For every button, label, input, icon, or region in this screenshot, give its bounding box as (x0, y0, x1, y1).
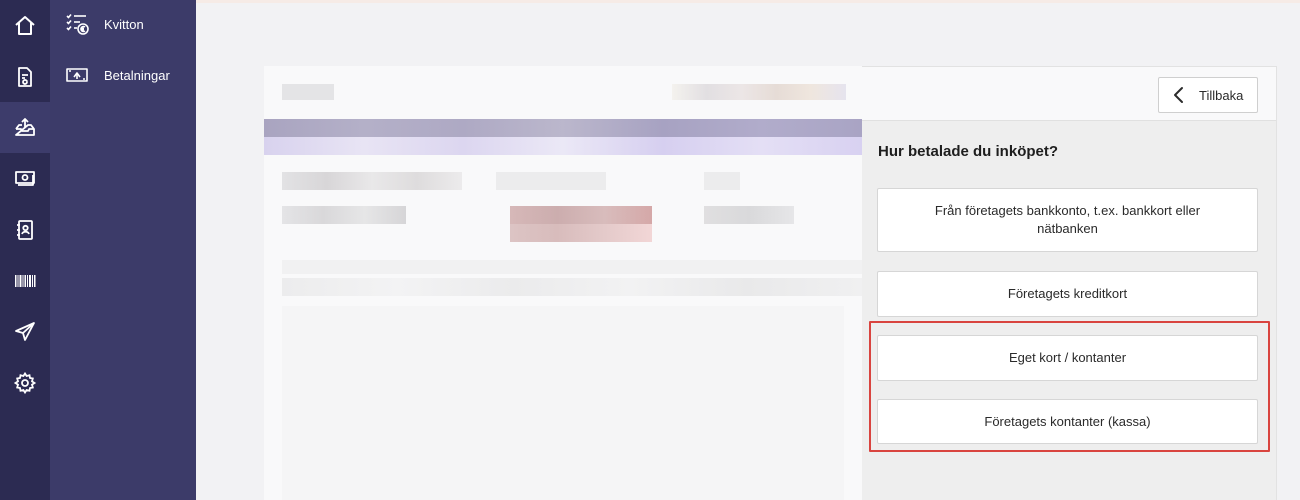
invoice-icon (18, 66, 32, 87)
home-icon (15, 15, 35, 35)
preview-blur (496, 172, 606, 190)
subnav-label-kvitton: Kvitton (104, 16, 144, 32)
preview-blur (282, 206, 406, 224)
rail-item-send[interactable] (0, 306, 50, 357)
preview-blur (510, 206, 652, 224)
chevron-left-icon (1171, 86, 1187, 104)
payments-icon (64, 62, 90, 88)
question-heading: Hur betalade du inköpet? (878, 143, 1059, 160)
preview-blur (282, 306, 844, 500)
preview-blur (704, 206, 794, 224)
option-label: Eget kort / kontanter (1008, 350, 1127, 365)
receipt-preview (264, 66, 862, 500)
preview-blur (510, 224, 652, 242)
back-button[interactable]: Tillbaka (1158, 77, 1258, 113)
subnav-label-betalningar: Betalningar (104, 67, 170, 83)
subnav-item-kvitton[interactable]: Kvitton (50, 9, 196, 39)
money-icon (15, 170, 35, 186)
option-company-cash-register[interactable]: Företagets kontanter (kassa) (877, 399, 1258, 444)
rail-item-contacts[interactable] (0, 204, 50, 255)
option-own-card-cash[interactable]: Eget kort / kontanter (877, 335, 1258, 381)
option-label: Företagets kontanter (kassa) (984, 413, 1151, 429)
preview-blur (704, 172, 740, 190)
panel-header: Tillbaka (862, 67, 1276, 121)
preview-blur (672, 84, 846, 100)
option-company-bank-account[interactable]: Från företagets bankkonto, t.ex. bankkor… (877, 188, 1258, 252)
receipt-list-icon (64, 11, 90, 37)
paper-plane-icon (15, 321, 35, 341)
preview-blur (282, 278, 862, 296)
subnav-item-betalningar[interactable]: Betalningar (50, 60, 196, 90)
rail-item-settings[interactable] (0, 357, 50, 408)
rail-item-invoices[interactable] (0, 51, 50, 102)
option-company-credit-card[interactable]: Företagets kreditkort (877, 271, 1258, 317)
rail-item-barcode[interactable] (0, 255, 50, 306)
icon-rail (0, 0, 50, 500)
preview-blur (282, 172, 462, 190)
contacts-book-icon (17, 219, 33, 240)
back-button-label: Tillbaka (1199, 88, 1244, 103)
sub-navigation: Kvitton Betalningar (50, 0, 196, 500)
rail-item-money[interactable] (0, 153, 50, 204)
preview-blur (282, 260, 862, 274)
preview-blur (264, 137, 862, 155)
payment-method-panel: Tillbaka Hur betalade du inköpet? Från f… (862, 66, 1277, 500)
rail-item-inbox[interactable] (0, 102, 50, 153)
option-label: Från företagets bankkonto, t.ex. bankkor… (934, 203, 1201, 236)
option-label: Företagets kreditkort (1007, 286, 1128, 301)
barcode-icon (15, 274, 36, 287)
gear-icon (13, 371, 37, 394)
preview-blur (282, 84, 334, 100)
inbox-upload-icon (15, 117, 35, 136)
preview-blur (264, 119, 862, 137)
rail-item-home[interactable] (0, 0, 50, 51)
